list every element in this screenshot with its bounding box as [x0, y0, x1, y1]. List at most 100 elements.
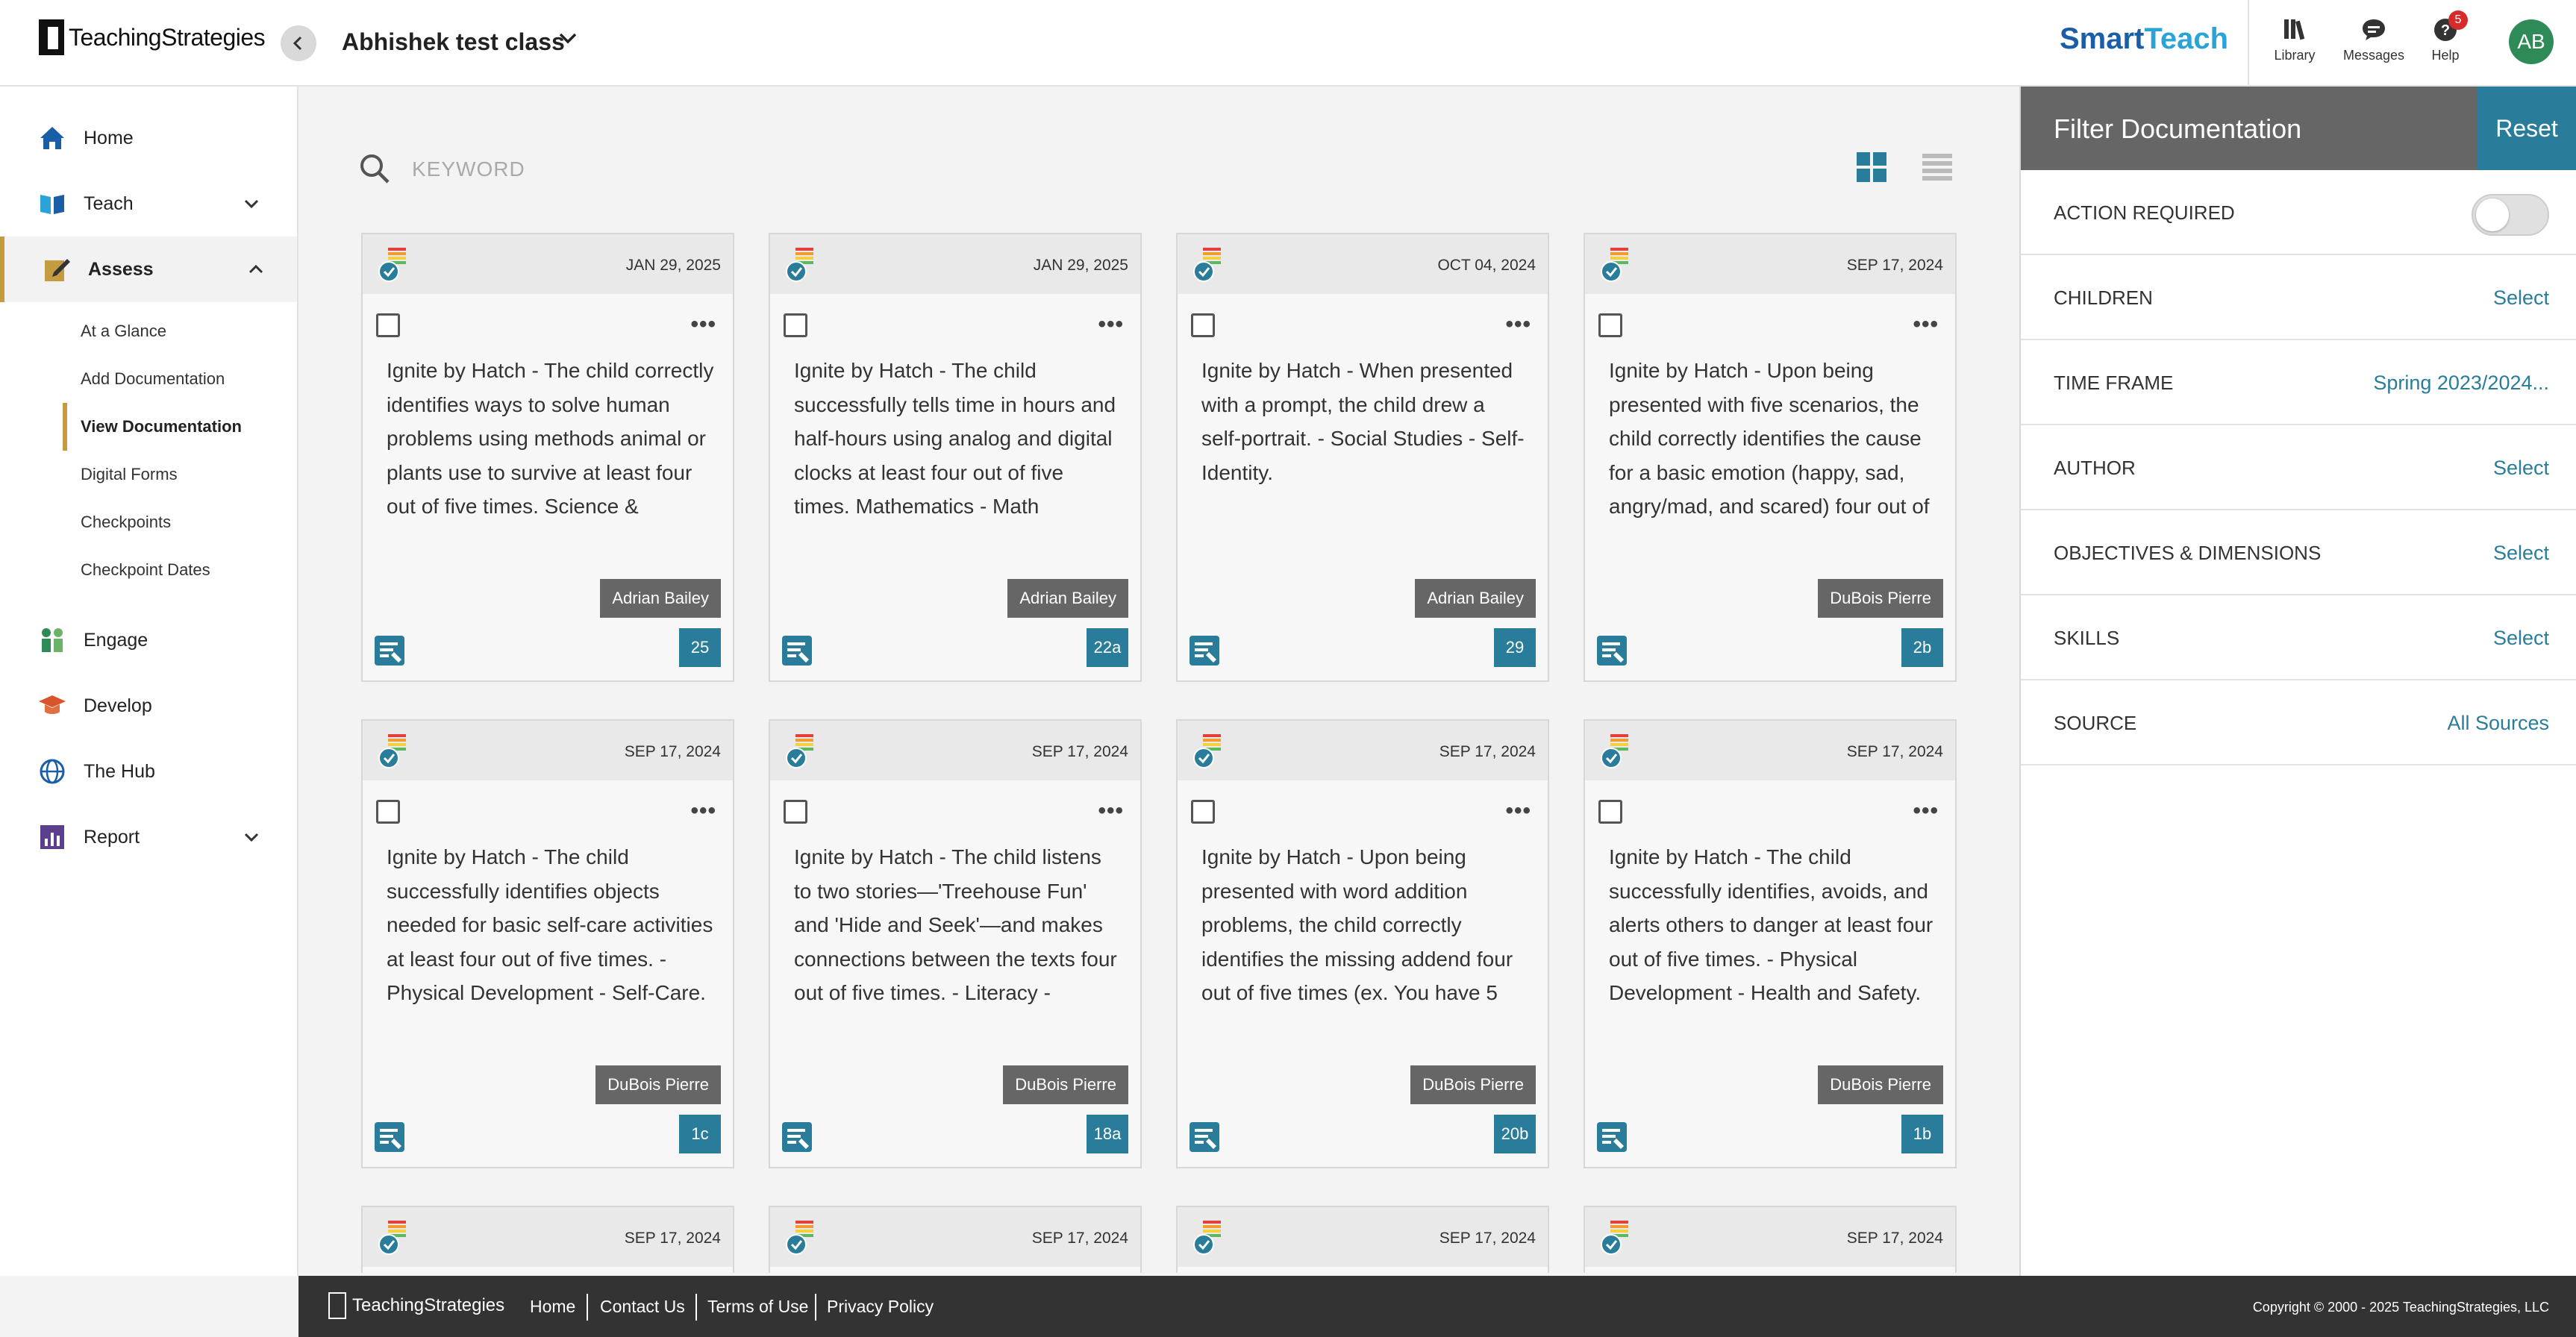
library-icon — [2284, 19, 2305, 40]
keyword-search-input[interactable] — [410, 149, 1010, 190]
filter-label: ACTION REQUIRED — [2054, 201, 2235, 224]
objective-code-badge[interactable]: 1b — [1901, 1115, 1943, 1153]
author-select[interactable]: Select — [2493, 457, 2549, 480]
sidebar-sub-add-documentation[interactable]: Add Documentation — [63, 355, 297, 403]
objective-code-badge[interactable]: 18a — [1087, 1115, 1128, 1153]
chevron-down-icon[interactable] — [557, 27, 579, 49]
source-badge-icon — [1600, 733, 1631, 770]
source-badge-icon — [785, 246, 816, 284]
objective-code-badge[interactable]: 25 — [679, 628, 721, 667]
messages-button[interactable]: Messages — [2340, 16, 2407, 63]
more-options-icon[interactable]: ••• — [690, 798, 716, 824]
filter-row-action-required: ACTION REQUIRED — [2021, 170, 2576, 255]
help-button[interactable]: ? 5 Help — [2412, 10, 2479, 63]
note-icon[interactable] — [1188, 634, 1221, 667]
card-checkbox[interactable] — [1191, 313, 1215, 337]
documentation-card[interactable]: SEP 17, 2024 ••• Ignite by Hatch - Upon be… — [1584, 233, 1957, 682]
time-frame-select[interactable]: Spring 2023/2024... — [2373, 372, 2549, 395]
more-options-icon[interactable]: ••• — [690, 312, 716, 337]
note-icon[interactable] — [1595, 634, 1628, 667]
objective-code-badge[interactable]: 22a — [1087, 628, 1128, 667]
footer-link-privacy[interactable]: Privacy Policy — [827, 1297, 934, 1317]
card-checkbox[interactable] — [784, 800, 807, 824]
source-select[interactable]: All Sources — [2447, 712, 2549, 735]
card-checkbox[interactable] — [376, 313, 400, 337]
library-label: Library — [2274, 48, 2316, 63]
sidebar-item-report[interactable]: Report — [0, 804, 297, 870]
filter-row-objectives[interactable]: OBJECTIVES & DIMENSIONS Select — [2021, 510, 2576, 595]
filter-row-skills[interactable]: SKILLS Select — [2021, 595, 2576, 680]
footer-link-terms[interactable]: Terms of Use — [707, 1297, 808, 1317]
more-options-icon[interactable]: ••• — [1913, 798, 1939, 824]
more-options-icon[interactable]: ••• — [1913, 312, 1939, 337]
skills-select[interactable]: Select — [2493, 627, 2549, 650]
teach-icon — [40, 195, 64, 214]
sidebar-sub-checkpoints[interactable]: Checkpoints — [63, 498, 297, 546]
class-name[interactable]: Abhishek test class — [342, 28, 565, 56]
sidebar-item-teach[interactable]: Teach — [0, 171, 297, 237]
user-avatar[interactable]: AB — [2509, 19, 2554, 64]
note-icon[interactable] — [781, 634, 813, 667]
note-icon[interactable] — [1595, 1121, 1628, 1153]
grid-view-icon[interactable] — [1857, 152, 1886, 182]
card-description: Ignite by Hatch - The child successfully… — [1609, 845, 1933, 1004]
objective-code-badge[interactable]: 29 — [1494, 628, 1536, 667]
more-options-icon[interactable]: ••• — [1505, 798, 1531, 824]
filter-row-time-frame[interactable]: TIME FRAME Spring 2023/2024... — [2021, 340, 2576, 425]
filter-label: OBJECTIVES & DIMENSIONS — [2054, 542, 2322, 564]
objective-code-badge[interactable]: 20b — [1494, 1115, 1536, 1153]
reset-button[interactable]: Reset — [2477, 87, 2576, 170]
footer-link-contact[interactable]: Contact Us — [600, 1297, 685, 1317]
sidebar-item-develop[interactable]: Develop — [0, 673, 297, 739]
filter-row-source[interactable]: SOURCE All Sources — [2021, 680, 2576, 765]
documentation-card[interactable]: SEP 17, 2024 ••• Ignite by Hatch - Upon be… — [1176, 719, 1549, 1168]
collapse-sidebar-button[interactable] — [281, 25, 316, 61]
sidebar-item-assess[interactable]: Assess — [0, 237, 297, 302]
footer-link-home[interactable]: Home — [530, 1297, 575, 1317]
card-checkbox[interactable] — [784, 313, 807, 337]
more-options-icon[interactable]: ••• — [1098, 312, 1124, 337]
note-icon[interactable] — [373, 1121, 406, 1153]
more-options-icon[interactable]: ••• — [1098, 798, 1124, 824]
filter-row-children[interactable]: CHILDREN Select — [2021, 255, 2576, 340]
more-options-icon[interactable]: ••• — [1505, 312, 1531, 337]
sidebar-item-the-hub[interactable]: The Hub — [0, 739, 297, 804]
documentation-card[interactable]: OCT 04, 2024 ••• Ignite by Hatch - When pr… — [1176, 233, 1549, 682]
sidebar-sub-digital-forms[interactable]: Digital Forms — [63, 451, 297, 498]
sidebar-item-home[interactable]: Home — [0, 105, 297, 171]
card-checkbox[interactable] — [1191, 800, 1215, 824]
author-tag: DuBois Pierre — [1818, 579, 1943, 618]
sidebar-item-engage[interactable]: Engage — [0, 607, 297, 673]
documentation-card[interactable]: SEP 17, 2024 — [769, 1206, 1142, 1273]
documentation-card[interactable]: SEP 17, 2024 — [361, 1206, 734, 1273]
chevron-down-icon — [244, 833, 259, 842]
sidebar-item-label: Develop — [84, 695, 152, 716]
action-required-toggle[interactable] — [2472, 194, 2549, 236]
documentation-card[interactable]: SEP 17, 2024 ••• Ignite by Hatch - The chi… — [769, 719, 1142, 1168]
documentation-card[interactable]: SEP 17, 2024 — [1584, 1206, 1957, 1273]
note-icon[interactable] — [1188, 1121, 1221, 1153]
documentation-card[interactable]: JAN 29, 2025 ••• Ignite by Hatch - The chi… — [769, 233, 1142, 682]
sidebar-sub-at-a-glance[interactable]: At a Glance — [63, 307, 297, 355]
documentation-card[interactable]: SEP 17, 2024 ••• Ignite by Hatch - The chi… — [1584, 719, 1957, 1168]
footer-logo[interactable]: TeachingStrategies — [328, 1292, 504, 1319]
children-select[interactable]: Select — [2493, 286, 2549, 310]
list-view-icon[interactable] — [1922, 154, 1952, 182]
filter-row-author[interactable]: AUTHOR Select — [2021, 425, 2576, 510]
note-icon[interactable] — [781, 1121, 813, 1153]
sidebar-sub-view-documentation[interactable]: View Documentation — [63, 403, 297, 451]
objectives-select[interactable]: Select — [2493, 542, 2549, 565]
card-checkbox[interactable] — [376, 800, 400, 824]
library-button[interactable]: Library — [2261, 16, 2328, 63]
sidebar-sub-checkpoint-dates[interactable]: Checkpoint Dates — [63, 546, 297, 594]
svg-text:?: ? — [2441, 22, 2450, 39]
documentation-card[interactable]: SEP 17, 2024 — [1176, 1206, 1549, 1273]
card-checkbox[interactable] — [1598, 313, 1622, 337]
objective-code-badge[interactable]: 1c — [679, 1115, 721, 1153]
card-checkbox[interactable] — [1598, 800, 1622, 824]
note-icon[interactable] — [373, 634, 406, 667]
documentation-card[interactable]: JAN 29, 2025 ••• Ignite by Hatch - The chi… — [361, 233, 734, 682]
objective-code-badge[interactable]: 2b — [1901, 628, 1943, 667]
documentation-card[interactable]: SEP 17, 2024 ••• Ignite by Hatch - The chi… — [361, 719, 734, 1168]
teaching-strategies-logo[interactable]: TeachingStrategies — [39, 19, 266, 55]
